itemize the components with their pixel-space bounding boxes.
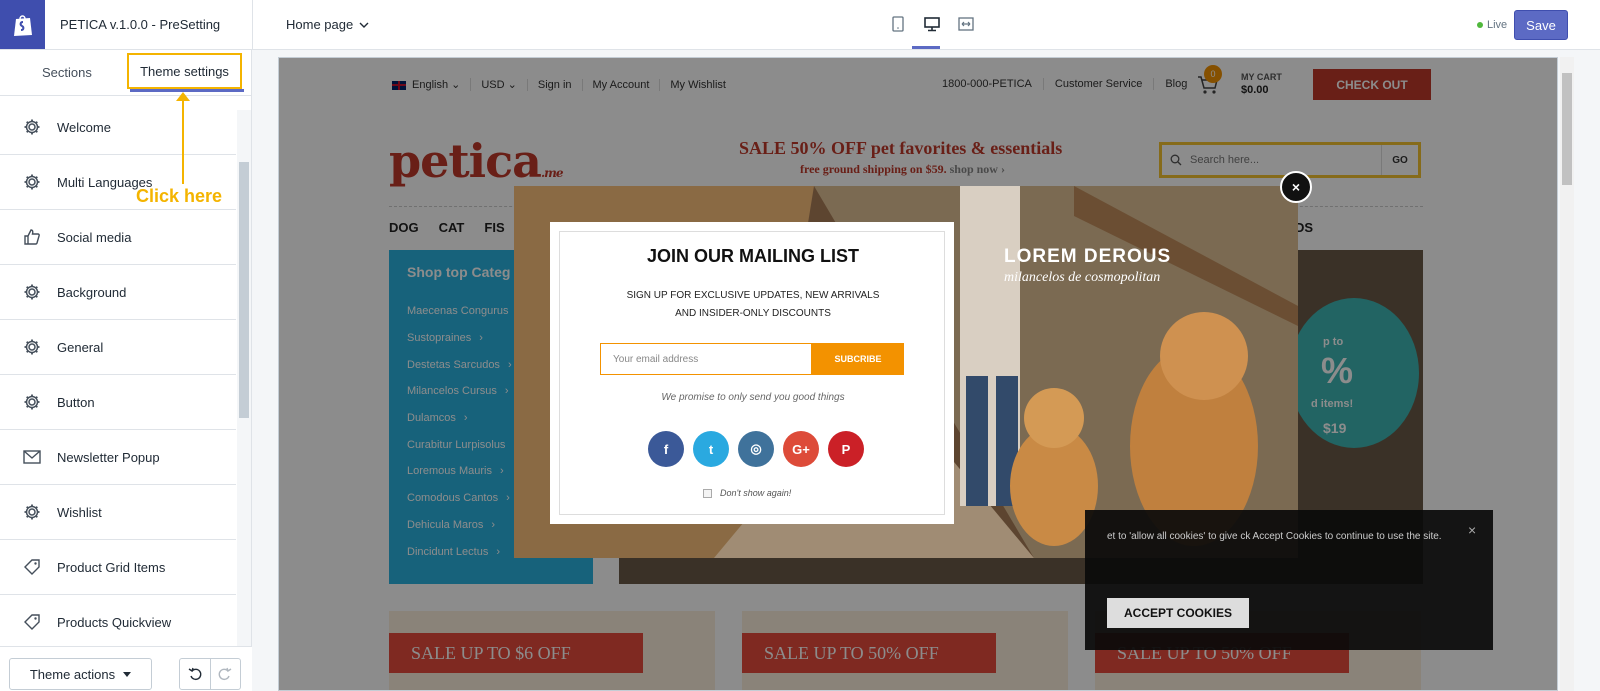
instagram-icon[interactable]: ◎: [738, 431, 774, 467]
live-label: Live: [1487, 19, 1508, 31]
sidebar-item-products-quickview[interactable]: Products Quickview: [0, 595, 236, 650]
sidebar-item-background[interactable]: Background: [0, 265, 236, 320]
save-button[interactable]: Save: [1514, 10, 1568, 40]
dont-show-label: Don't show again!: [720, 488, 792, 498]
desktop-icon: [924, 16, 940, 31]
mobile-icon: [892, 16, 904, 32]
desktop-view-button[interactable]: [922, 14, 942, 34]
tag-icon: [22, 612, 42, 632]
sidebar-item-label: Social media: [57, 229, 132, 245]
cookie-text: et to 'allow all cookies' to give ck Acc…: [1107, 531, 1442, 542]
sidebar-item-button[interactable]: Button: [0, 375, 236, 430]
popup-email-input[interactable]: Your email address: [600, 343, 812, 375]
popup-social-links: f t ◎ G+ P: [648, 431, 864, 467]
photo-title: LOREM DEROUS: [1004, 246, 1172, 267]
popup-title: JOIN OUR MAILING LIST: [646, 246, 859, 266]
caret-down-icon: [123, 671, 132, 677]
gear-icon: [22, 282, 42, 302]
newsletter-popup: JOIN OUR MAILING LIST SIGN UP FOR EXCLUS…: [550, 222, 954, 524]
sidebar-footer: Theme actions: [0, 646, 252, 691]
cookie-close-icon[interactable]: ×: [1468, 522, 1476, 538]
sidebar-item-welcome[interactable]: Welcome: [0, 100, 236, 155]
live-status: Live: [1477, 19, 1507, 31]
gear-icon: [22, 502, 42, 522]
redo-button[interactable]: [209, 659, 241, 689]
dont-show-again[interactable]: Don't show again!: [703, 488, 791, 498]
page-selector[interactable]: Home page: [286, 17, 369, 32]
sidebar-item-social-media[interactable]: Social media: [0, 210, 236, 265]
sidebar-item-label: Product Grid Items: [57, 559, 166, 575]
cookie-banner: et to 'allow all cookies' to give ck Acc…: [1085, 510, 1493, 650]
live-dot-icon: [1477, 22, 1483, 28]
tag-icon: [22, 557, 42, 577]
fullwidth-icon: [958, 17, 974, 31]
settings-menu: Welcome Multi Languages Social media Backgr…: [0, 100, 236, 650]
theme-actions-label: Theme actions: [29, 666, 116, 682]
device-switcher: [888, 14, 976, 34]
newsletter-popup-inner: JOIN OUR MAILING LIST SIGN UP FOR EXCLUS…: [559, 231, 945, 515]
sidebar-item-label: Wishlist: [57, 504, 102, 520]
sidebar-item-label: Background: [57, 284, 127, 300]
theme-title: PETICA v.1.0.0 - PreSetting: [60, 17, 221, 32]
sidebar-tabs: Sections Theme settings: [0, 50, 252, 96]
undo-redo-group: [179, 658, 241, 690]
pinterest-icon[interactable]: P: [828, 431, 864, 467]
sidebar-item-general[interactable]: General: [0, 320, 236, 375]
sidebar-item-label: Welcome: [57, 119, 111, 135]
theme-actions-button[interactable]: Theme actions: [9, 658, 152, 690]
subscribe-button[interactable]: SUBCRIBE: [812, 343, 904, 375]
click-here-annotation: Click here: [136, 186, 223, 206]
device-active-indicator: [912, 46, 940, 49]
redo-icon: [218, 667, 232, 681]
popup-close-button[interactable]: ×: [1280, 171, 1312, 203]
undo-icon: [188, 667, 202, 681]
envelope-icon: [22, 447, 42, 467]
gear-icon: [22, 172, 42, 192]
gear-icon: [22, 337, 42, 357]
shopify-logo[interactable]: [0, 0, 45, 49]
sidebar-item-label: General: [57, 339, 104, 355]
shopify-bag-icon: [13, 14, 32, 36]
google-plus-icon[interactable]: G+: [783, 431, 819, 467]
divider: [252, 0, 253, 50]
store-page: English ⌄ USD ⌄ Sign in My Account My Wi…: [279, 58, 1557, 690]
sidebar-item-label: Button: [57, 394, 95, 410]
tab-theme-settings[interactable]: Theme settings: [127, 53, 242, 89]
sidebar-item-label: Products Quickview: [57, 614, 172, 630]
theme-settings-sidebar: Sections Theme settings Welcome Multi Lan…: [0, 50, 252, 691]
popup-subtitle-line2: AND INSIDER-ONLY DISCOUNTS: [675, 308, 831, 319]
store-preview-frame[interactable]: English ⌄ USD ⌄ Sign in My Account My Wi…: [278, 57, 1558, 691]
popup-subtitle-line1: SIGN UP FOR EXCLUSIVE UPDATES, NEW ARRIV…: [626, 290, 880, 301]
gear-icon: [22, 117, 42, 137]
sidebar-item-product-grid-items[interactable]: Product Grid Items: [0, 540, 236, 595]
page-selector-label: Home page: [286, 17, 354, 32]
annotation-arrow-line: [182, 98, 184, 184]
photo-subtitle: milancelos de cosmopolitan: [1004, 270, 1161, 285]
twitter-icon[interactable]: t: [693, 431, 729, 467]
mobile-view-button[interactable]: [888, 14, 908, 34]
preview-scrollbar-thumb[interactable]: [1562, 73, 1572, 185]
chevron-down-icon: [359, 22, 369, 28]
gear-icon: [22, 392, 42, 412]
facebook-icon[interactable]: f: [648, 431, 684, 467]
sidebar-item-wishlist[interactable]: Wishlist: [0, 485, 236, 540]
popup-promise-text: We promise to only send you good things: [661, 392, 845, 403]
tab-sections[interactable]: Sections: [42, 65, 92, 80]
sidebar-item-newsletter-popup[interactable]: Newsletter Popup: [0, 430, 236, 485]
thumbs-up-icon: [22, 227, 42, 247]
fullscreen-view-button[interactable]: [956, 14, 976, 34]
editor-topbar: PETICA v.1.0.0 - PreSetting Home page Li…: [0, 0, 1600, 50]
sidebar-item-label: Newsletter Popup: [57, 449, 160, 465]
sidebar-scrollbar-thumb[interactable]: [239, 162, 249, 418]
undo-button[interactable]: [180, 659, 210, 689]
dont-show-checkbox[interactable]: [703, 488, 712, 498]
accept-cookies-button[interactable]: ACCEPT COOKIES: [1107, 598, 1249, 628]
